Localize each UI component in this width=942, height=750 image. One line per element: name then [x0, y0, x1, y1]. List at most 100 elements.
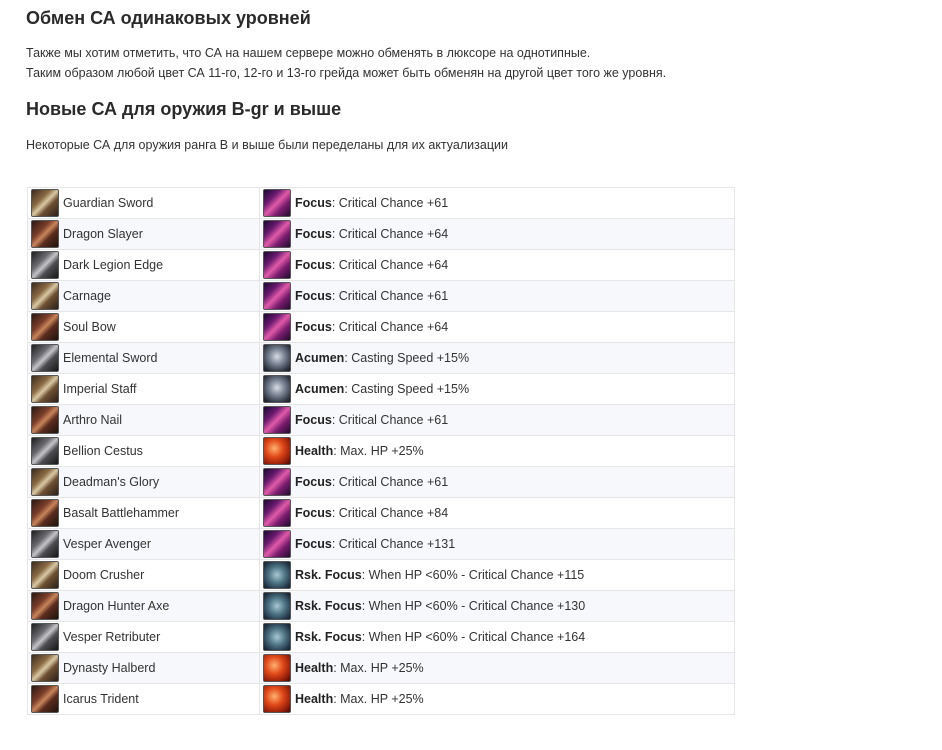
sa-name: Focus — [295, 258, 332, 272]
sword-icon — [31, 220, 59, 248]
sa-effect: : Critical Chance +131 — [331, 537, 456, 551]
table-row: Imperial Staff Acumen: Casting Speed +15% — [27, 373, 735, 405]
sa-effect: : Critical Chance +61 — [331, 475, 449, 489]
weapon-cell-content: Elemental Sword — [31, 343, 259, 373]
table-row: Doom Crusher Rsk. Focus: When HP <60% - C… — [27, 559, 735, 591]
table-row: Basalt Battlehammer Focus: Critical Chanc… — [27, 497, 735, 529]
sa-name: Rsk. Focus — [295, 630, 362, 644]
paragraph-line: Таким образом любой цвет СА 11-го, 12-го… — [26, 66, 667, 80]
sa-cell-content: Acumen: Casting Speed +15% — [263, 374, 734, 404]
weapon-name: Dark Legion Edge — [63, 258, 164, 272]
weapon-cell: Doom Crusher — [27, 559, 260, 591]
acumen-icon — [263, 375, 291, 403]
weapon-cell: Dark Legion Edge — [27, 249, 260, 281]
sa-cell: Focus: Critical Chance +61 — [259, 280, 735, 312]
sa-cell-content: Acumen: Casting Speed +15% — [263, 343, 734, 373]
weapon-name: Deadman's Glory — [63, 475, 160, 489]
sa-cell-content: Rsk. Focus: When HP <60% - Critical Chan… — [263, 591, 734, 621]
weapon-cell-content: Vesper Avenger — [31, 529, 259, 559]
weapon-cell-content: Carnage — [31, 281, 259, 311]
weapon-cell-content: Basalt Battlehammer — [31, 498, 259, 528]
weapon-cell-content: Deadman's Glory — [31, 467, 259, 497]
sa-cell: Rsk. Focus: When HP <60% - Critical Chan… — [259, 621, 735, 653]
paragraph-new-ca: Некоторые СА для оружия ранга B и выше б… — [26, 135, 508, 155]
sa-effect: : Critical Chance +64 — [331, 227, 449, 241]
weapon-name: Dynasty Halberd — [63, 661, 156, 675]
sa-effect: : Critical Chance +61 — [331, 413, 449, 427]
polearm-icon — [31, 654, 59, 682]
sa-cell: Focus: Critical Chance +131 — [259, 528, 735, 560]
focus-icon — [263, 189, 291, 217]
weapon-name: Vesper Avenger — [63, 537, 152, 551]
sa-cell: Focus: Critical Chance +84 — [259, 497, 735, 529]
sa-cell-content: Health: Max. HP +25% — [263, 684, 734, 714]
sa-cell-content: Rsk. Focus: When HP <60% - Critical Chan… — [263, 560, 734, 590]
weapon-cell-content: Dynasty Halberd — [31, 653, 259, 683]
weapon-name: Dragon Slayer — [63, 227, 143, 241]
sa-cell: Focus: Critical Chance +61 — [259, 466, 735, 498]
paragraph-line: Также мы хотим отметить, что СА на нашем… — [26, 46, 591, 60]
weapon-cell: Icarus Trident — [27, 683, 260, 715]
weapon-name: Arthro Nail — [63, 413, 123, 427]
sa-effect: : Max. HP +25% — [333, 444, 424, 458]
weapon-cell: Imperial Staff — [27, 373, 260, 405]
sa-name: Focus — [295, 413, 332, 427]
table-row: Dynasty Halberd Health: Max. HP +25% — [27, 652, 735, 684]
paragraph-ca-exchange: Также мы хотим отметить, что СА на нашем… — [26, 43, 666, 83]
sa-name: Focus — [295, 537, 332, 551]
weapon-sa-table: Guardian Sword Focus: Critical Chance +61… — [27, 187, 735, 715]
sa-name: Health — [295, 692, 334, 706]
weapon-cell: Basalt Battlehammer — [27, 497, 260, 529]
sa-effect: : Casting Speed +15% — [344, 351, 470, 365]
sa-cell-content: Rsk. Focus: When HP <60% - Critical Chan… — [263, 622, 734, 652]
weapon-cell: Soul Bow — [27, 311, 260, 343]
sa-cell: Focus: Critical Chance +61 — [259, 404, 735, 436]
sa-name: Rsk. Focus — [295, 599, 362, 613]
table-row: Deadman's Glory Focus: Critical Chance +6… — [27, 466, 735, 498]
sa-cell: Health: Max. HP +25% — [259, 652, 735, 684]
sa-effect: : Critical Chance +64 — [331, 258, 449, 272]
sa-cell-content: Health: Max. HP +25% — [263, 653, 734, 683]
table-row: Vesper Retributer Rsk. Focus: When HP <60… — [27, 621, 735, 653]
table-row: Vesper Avenger Focus: Critical Chance +13… — [27, 528, 735, 560]
sa-name: Focus — [295, 289, 332, 303]
sa-effect: : Max. HP +25% — [333, 661, 424, 675]
sa-cell-content: Focus: Critical Chance +84 — [263, 498, 734, 528]
table-row: Bellion Cestus Health: Max. HP +25% — [27, 435, 735, 467]
focus-icon — [263, 251, 291, 279]
sa-effect: : Casting Speed +15% — [344, 382, 470, 396]
sa-cell: Acumen: Casting Speed +15% — [259, 342, 735, 374]
weapon-cell: Vesper Retributer — [27, 621, 260, 653]
sa-effect: : When HP <60% - Critical Chance +164 — [361, 630, 586, 644]
table-row: Dragon Slayer Focus: Critical Chance +64 — [27, 218, 735, 250]
weapon-name: Vesper Retributer — [63, 630, 161, 644]
weapon-cell: Dragon Slayer — [27, 218, 260, 250]
health-icon — [263, 685, 291, 713]
bow-icon — [31, 468, 59, 496]
weapon-cell: Guardian Sword — [27, 187, 260, 219]
hammer-icon — [31, 530, 59, 558]
focus-icon — [263, 406, 291, 434]
weapon-cell-content: Doom Crusher — [31, 560, 259, 590]
sa-cell: Rsk. Focus: When HP <60% - Critical Chan… — [259, 559, 735, 591]
paragraph-line: Некоторые СА для оружия ранга B и выше б… — [26, 138, 508, 152]
sa-cell: Focus: Critical Chance +64 — [259, 249, 735, 281]
focus-icon — [263, 282, 291, 310]
sa-name: Focus — [295, 506, 332, 520]
weapon-cell-content: Imperial Staff — [31, 374, 259, 404]
weapon-cell: Carnage — [27, 280, 260, 312]
acumen-icon — [263, 344, 291, 372]
focus-icon — [263, 468, 291, 496]
weapon-name: Guardian Sword — [63, 196, 154, 210]
focus-icon — [263, 530, 291, 558]
weapon-name: Dragon Hunter Axe — [63, 599, 170, 613]
sa-cell: Health: Max. HP +25% — [259, 435, 735, 467]
sa-name: Acumen — [295, 382, 345, 396]
sa-cell-content: Focus: Critical Chance +61 — [263, 188, 734, 218]
hammer-icon — [31, 561, 59, 589]
sa-cell: Focus: Critical Chance +61 — [259, 187, 735, 219]
weapon-cell-content: Vesper Retributer — [31, 622, 259, 652]
sa-effect: : Critical Chance +61 — [331, 196, 449, 210]
risk-focus-icon — [263, 561, 291, 589]
weapon-cell: Elemental Sword — [27, 342, 260, 374]
